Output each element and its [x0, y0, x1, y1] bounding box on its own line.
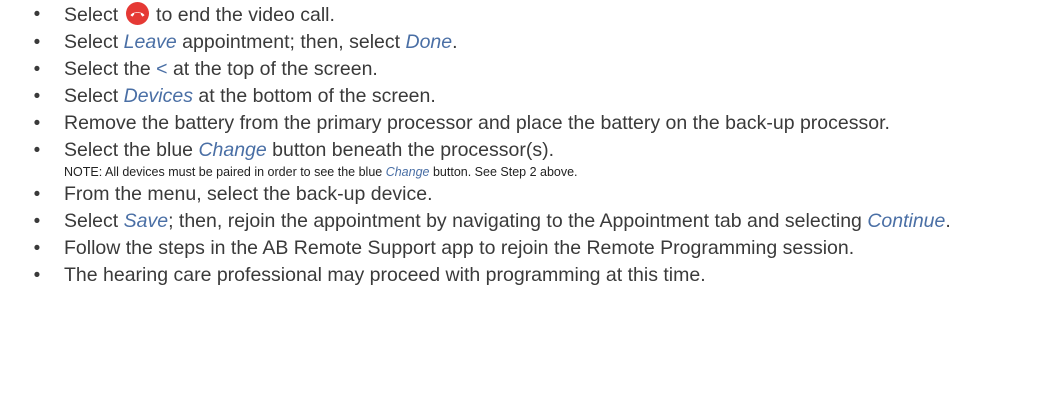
list-item: • Select to end the video call. — [0, 2, 1040, 28]
bullet: • — [33, 211, 41, 232]
note-text: button. See Step 2 above. — [429, 165, 578, 179]
step-text: Select the blue — [64, 139, 199, 161]
step-text: Select — [64, 85, 124, 107]
step-text: Select the — [64, 58, 157, 80]
list-item: • Select Save; then, rejoin the appointm… — [0, 209, 1040, 234]
note: NOTE: All devices must be paired in orde… — [64, 163, 1028, 182]
step-text: The hearing care professional may procee… — [64, 264, 706, 286]
step-text: Select — [64, 4, 119, 26]
list-item: • Select Devices at the bottom of the sc… — [0, 84, 1040, 109]
bullet: • — [33, 238, 41, 259]
bullet: • — [33, 86, 41, 107]
note-text: NOTE: All devices must be paired in orde… — [64, 165, 386, 179]
done-term: Done — [405, 31, 453, 53]
bullet: • — [33, 59, 41, 80]
step-text: ; then, rejoin the appointment by naviga… — [168, 210, 868, 232]
change-term: Change — [385, 165, 430, 179]
step-text: button beneath the processor(s). — [266, 139, 555, 161]
step-text: Select — [64, 31, 124, 53]
step-text: From the menu, select the back-up device… — [64, 183, 433, 205]
change-term: Change — [198, 139, 267, 161]
step-text: to end the video call. — [156, 4, 335, 26]
bullet: • — [33, 113, 41, 134]
step-text: at the bottom of the screen. — [192, 85, 436, 107]
step-text: . — [452, 31, 458, 53]
bullet: • — [33, 184, 41, 205]
list-item: • Select the < at the top of the screen. — [0, 57, 1040, 82]
end-call-icon — [125, 2, 149, 25]
list-item: • Remove the battery from the primary pr… — [0, 111, 1040, 136]
step-text: . — [945, 210, 951, 232]
step-text: Follow the steps in the AB Remote Suppor… — [64, 237, 855, 259]
bullet: • — [33, 32, 41, 53]
bullet: • — [33, 4, 41, 25]
list-item: • Follow the steps in the AB Remote Supp… — [0, 236, 1040, 261]
list-item: • The hearing care professional may proc… — [0, 263, 1040, 288]
step-text: Select — [64, 210, 124, 232]
list-item: • Select Leave appointment; then, select… — [0, 30, 1040, 55]
step-text: appointment; then, select — [176, 31, 406, 53]
devices-term: Devices — [123, 85, 193, 107]
steps-list: • Select to end the video call. • Select… — [0, 2, 1040, 288]
list-item: • From the menu, select the back-up devi… — [0, 182, 1040, 207]
save-term: Save — [123, 210, 169, 232]
list-item: • Select the blue Change button beneath … — [0, 138, 1040, 182]
instruction-document: • Select to end the video call. • Select… — [0, 2, 1040, 416]
back-chevron-term: < — [156, 58, 168, 80]
leave-term: Leave — [123, 31, 177, 53]
step-text: at the top of the screen. — [167, 58, 378, 80]
step-text: Remove the battery from the primary proc… — [64, 112, 890, 134]
bullet: • — [33, 265, 41, 286]
bullet: • — [33, 140, 41, 161]
continue-term: Continue — [867, 210, 946, 232]
